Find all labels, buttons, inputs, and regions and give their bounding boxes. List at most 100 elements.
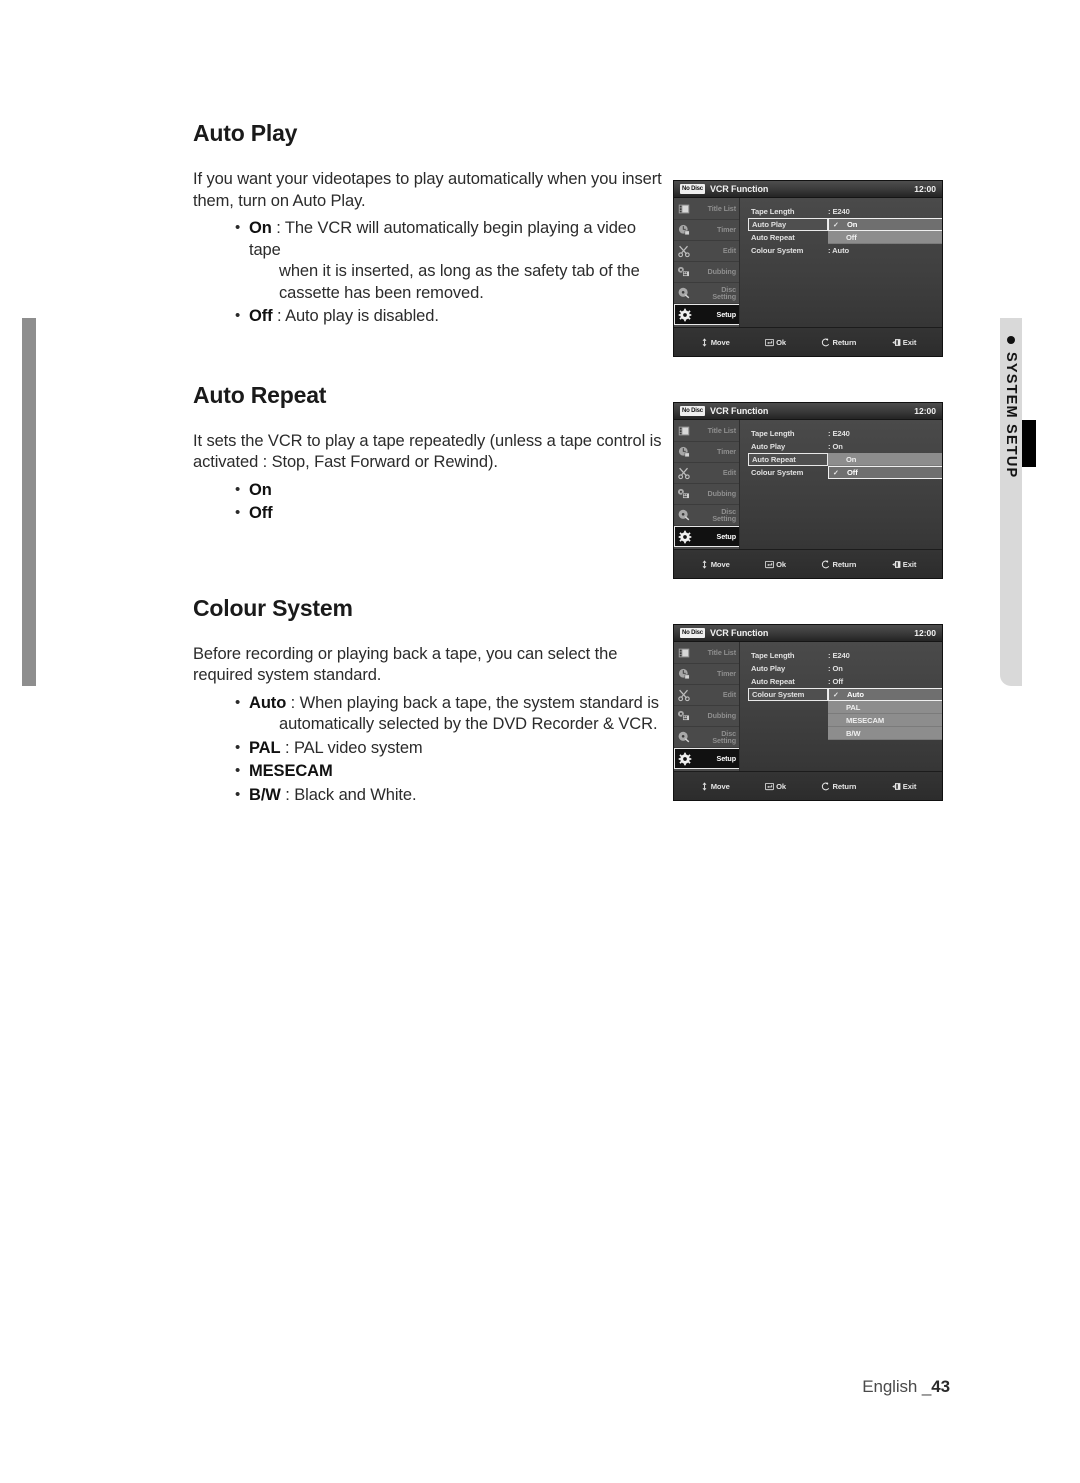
- dropdown-option-label: B/W: [846, 728, 861, 738]
- osd-footer-move[interactable]: Move: [700, 560, 730, 569]
- osd-footer-exit[interactable]: Exit: [892, 781, 917, 791]
- dropdown-menu[interactable]: ✓ Auto PAL MESECAM B/W: [828, 688, 942, 740]
- sidebar-item-dubbing[interactable]: Dubbing: [674, 484, 739, 505]
- sidebar-item-label: Title List: [707, 648, 737, 658]
- osd-footer-label: Exit: [902, 337, 917, 347]
- sidebar-item-label: Disc Setting: [712, 506, 736, 523]
- bullet-text: The VCR will automatically begin playing…: [249, 219, 636, 259]
- sidebar-item-timer[interactable]: Timer: [674, 664, 739, 685]
- sidebar-item-dubbing[interactable]: Dubbing: [674, 706, 739, 727]
- bullet-term: On: [249, 219, 272, 237]
- bullet-text: Auto play is disabled.: [285, 307, 439, 325]
- sidebar-item-edit[interactable]: Edit: [674, 685, 739, 706]
- side-tab-marker: [1022, 420, 1036, 467]
- menu-row[interactable]: Tape Length: E240: [748, 649, 942, 662]
- sidebar-item-disc-setting[interactable]: Disc Setting: [674, 505, 739, 526]
- sidebar-item-label: Setup: [716, 309, 737, 319]
- sidebar-item-label: Timer: [717, 225, 736, 235]
- sidebar-item-title-list[interactable]: Title List: [674, 643, 739, 664]
- dubbing-icon: [677, 265, 691, 279]
- sidebar-item-label: Timer: [717, 669, 736, 679]
- sidebar-item-timer[interactable]: Timer: [674, 442, 739, 463]
- gear-icon: [678, 308, 692, 322]
- bullet-separator: :: [286, 693, 300, 712]
- osd-footer-return[interactable]: Return: [821, 560, 856, 569]
- osd-body: Title List Timer Edit Dubbing Disc Setting Set…: [674, 420, 942, 549]
- dropdown-option-label: PAL: [846, 702, 861, 712]
- sidebar-item-edit[interactable]: Edit: [674, 241, 739, 262]
- exit-icon: [892, 560, 901, 569]
- menu-row[interactable]: Auto Play: On: [748, 440, 942, 453]
- sidebar-item-title-list[interactable]: Title List: [674, 199, 739, 220]
- up-down-arrow-icon: [700, 559, 709, 569]
- dropdown-option[interactable]: B/W: [828, 727, 942, 740]
- osd-footer-exit[interactable]: Exit: [892, 337, 917, 347]
- menu-row[interactable]: Auto Play: On: [748, 662, 942, 675]
- list-item: On: [235, 479, 663, 502]
- gear-icon: [678, 530, 692, 544]
- osd-clock: 12:00: [914, 184, 936, 194]
- osd-footer-label: Return: [832, 337, 857, 347]
- dropdown-option[interactable]: MESECAM: [828, 714, 942, 727]
- sidebar-item-dubbing[interactable]: Dubbing: [674, 262, 739, 283]
- sidebar-item-disc-setting[interactable]: Disc Setting: [674, 283, 739, 304]
- osd-footer-return[interactable]: Return: [821, 782, 856, 791]
- menu-row[interactable]: Tape Length: E240: [748, 427, 942, 440]
- menu-row-value: : Off: [828, 677, 844, 686]
- sidebar-item-setup[interactable]: Setup: [674, 304, 739, 325]
- dropdown-option[interactable]: ✓ Auto: [828, 688, 942, 701]
- osd-clock: 12:00: [914, 628, 936, 638]
- exit-icon: [892, 338, 901, 347]
- osd-footer-ok[interactable]: Ok: [765, 560, 786, 569]
- up-down-arrow-icon: [700, 337, 709, 347]
- bullet-term: B/W: [249, 785, 281, 804]
- dropdown-option[interactable]: ✓ On: [828, 218, 942, 231]
- section-0: Auto Play If you want your videotapes to …: [193, 120, 663, 328]
- menu-row[interactable]: Colour System: Auto: [748, 244, 942, 257]
- osd-footer-move[interactable]: Move: [700, 338, 730, 347]
- bullet-term: MESECAM: [249, 762, 333, 780]
- return-arrow-icon: [821, 559, 830, 569]
- osd-footer-ok[interactable]: Ok: [765, 338, 786, 347]
- menu-row[interactable]: Tape Length: E240: [748, 205, 942, 218]
- section-bullet-list: On : The VCR will automatically begin pl…: [193, 217, 663, 328]
- bullet-separator: :: [280, 738, 294, 757]
- sidebar-item-edit[interactable]: Edit: [674, 463, 739, 484]
- dropdown-option[interactable]: On: [828, 453, 942, 466]
- gear-icon: [678, 752, 692, 766]
- osd-footer-exit[interactable]: Exit: [892, 559, 917, 569]
- osd-footer-return[interactable]: Return: [821, 338, 856, 347]
- dropdown-menu[interactable]: ✓ On Off: [828, 218, 942, 244]
- osd-footer-label: Exit: [902, 559, 917, 569]
- dropdown-option[interactable]: Off: [828, 231, 942, 244]
- menu-row[interactable]: Auto Repeat: Off: [748, 675, 942, 688]
- clock-icon: [677, 223, 691, 237]
- sidebar-item-disc-setting[interactable]: Disc Setting: [674, 727, 739, 748]
- scissors-icon: [677, 466, 691, 480]
- sidebar-item-timer[interactable]: Timer: [674, 220, 739, 241]
- dropdown-option[interactable]: PAL: [828, 701, 942, 714]
- menu-row-value: : On: [828, 442, 843, 451]
- dropdown-menu[interactable]: On ✓ Off: [828, 453, 942, 479]
- dubbing-icon: [677, 709, 691, 723]
- sidebar-item-setup[interactable]: Setup: [674, 748, 739, 769]
- osd-footer-ok[interactable]: Ok: [765, 782, 786, 791]
- sidebar-item-label: Edit: [722, 246, 736, 256]
- section-paragraph: It sets the VCR to play a tape repeatedl…: [193, 431, 663, 474]
- sidebar-item-label: Edit: [722, 468, 736, 478]
- osd-screenshot-auto-repeat: No Disc VCR Function 12:00 Title List Timer E…: [673, 402, 943, 579]
- osd-footer-move[interactable]: Move: [700, 782, 730, 791]
- sidebar-item-setup[interactable]: Setup: [674, 526, 739, 547]
- sidebar-item-title-list[interactable]: Title List: [674, 421, 739, 442]
- osd-sidebar: Title List Timer Edit Dubbing Disc Setting Set…: [674, 420, 740, 549]
- osd-menu-panel: Tape Length: E240 Auto Play: On Auto Repea…: [740, 420, 942, 549]
- list-item: B/W : Black and White.: [235, 784, 663, 807]
- osd-footer-label: Exit: [902, 781, 917, 791]
- no-disc-badge: No Disc: [680, 628, 705, 638]
- bullet-text: Black and White.: [294, 785, 417, 804]
- sidebar-item-label: Dubbing: [707, 711, 737, 721]
- menu-row-value: : On: [828, 664, 843, 673]
- bullet-term: Off: [249, 504, 273, 522]
- dropdown-option[interactable]: ✓ Off: [828, 466, 942, 479]
- menu-row-label: Colour System: [751, 468, 804, 477]
